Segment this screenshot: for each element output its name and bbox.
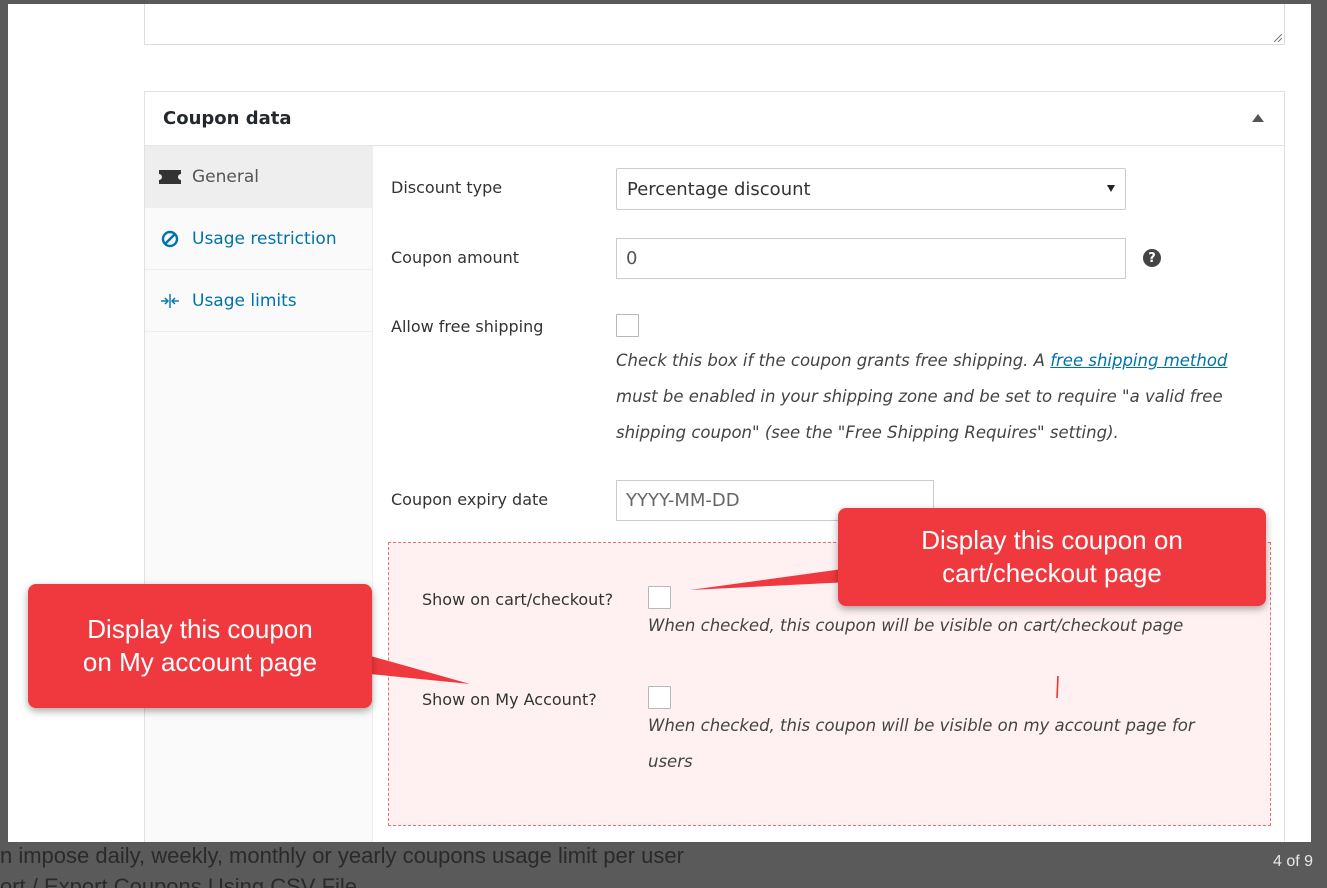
coupon-amount-value: 0 [626, 248, 638, 269]
discount-type-label: Discount type [391, 178, 503, 197]
tab-usage-restriction[interactable]: Usage restriction [145, 208, 372, 270]
tab-label: General [192, 166, 259, 187]
desc-text: users [648, 752, 693, 771]
excerpt-textarea[interactable] [144, 4, 1285, 45]
resize-grip-icon[interactable] [1272, 32, 1282, 42]
callout-text: cart/checkout page [942, 558, 1162, 588]
cart-callout-pointer [690, 568, 850, 590]
coupon-data-panel: Coupon data General Usage restriction Us… [144, 91, 1285, 842]
callout-text: Display this coupon on [921, 525, 1183, 555]
discount-type-value: Percentage discount [627, 178, 811, 200]
show-cart-description: When checked, this coupon will be visibl… [648, 616, 1184, 635]
panel-title: Coupon data [163, 108, 292, 129]
desc-text: When checked, this coupon will be visibl… [648, 716, 1195, 735]
panel-header[interactable]: Coupon data [145, 92, 1284, 146]
ticket-icon [159, 168, 181, 186]
dropdown-arrow-icon [1107, 185, 1115, 192]
collapse-arrow-icon[interactable] [1252, 114, 1264, 122]
cart-callout: Display this coupon on cart/checkout pag… [838, 508, 1266, 606]
desc-text: must be enabled in your shipping zone an… [616, 387, 1223, 406]
tab-usage-limits[interactable]: Usage limits [145, 270, 372, 332]
account-callout-pointer [360, 653, 470, 684]
show-account-description: When checked, this coupon will be visibl… [648, 708, 1258, 780]
coupon-tabs: General Usage restriction Usage limits [145, 146, 373, 842]
lightbox-image: Coupon data General Usage restriction Us… [8, 4, 1311, 842]
general-options: Discount type Percentage discount Coupon… [373, 146, 1284, 842]
discount-type-select[interactable]: Percentage discount [616, 168, 1126, 210]
show-account-checkbox[interactable] [648, 686, 671, 709]
text-cursor-icon [1056, 676, 1059, 698]
tab-label: Usage restriction [192, 228, 337, 249]
limits-icon [159, 292, 181, 310]
show-cart-label: Show on cart/checkout? [422, 590, 614, 609]
account-callout: Display this coupon on My account page [28, 584, 372, 708]
expiry-date-label: Coupon expiry date [391, 490, 549, 509]
expiry-date-placeholder: YYYY-MM-DD [626, 490, 740, 511]
coupon-amount-input[interactable]: 0 [616, 238, 1126, 279]
callout-text: Display this coupon [87, 614, 313, 644]
restricted-icon [159, 230, 181, 248]
callout-text: on My account page [82, 647, 318, 677]
free-shipping-checkbox[interactable] [616, 314, 639, 337]
tab-general[interactable]: General [145, 146, 372, 208]
free-shipping-method-link[interactable]: free shipping method [1050, 351, 1227, 370]
background-text: n impose daily, weekly, monthly or yearl… [0, 843, 684, 868]
background-text: ort / Export Coupons Using CSV File [0, 874, 358, 888]
show-cart-checkbox[interactable] [648, 586, 671, 609]
free-shipping-description: Check this box if the coupon grants free… [616, 343, 1256, 451]
free-shipping-label: Allow free shipping [391, 317, 544, 336]
coupon-amount-label: Coupon amount [391, 248, 520, 267]
desc-text: shipping coupon" (see the "Free Shipping… [616, 423, 1119, 442]
desc-text: Check this box if the coupon grants free… [616, 351, 1051, 370]
help-icon[interactable]: ? [1143, 249, 1161, 267]
image-counter: 4 of 9 [1272, 853, 1313, 870]
tab-label: Usage limits [192, 290, 297, 311]
